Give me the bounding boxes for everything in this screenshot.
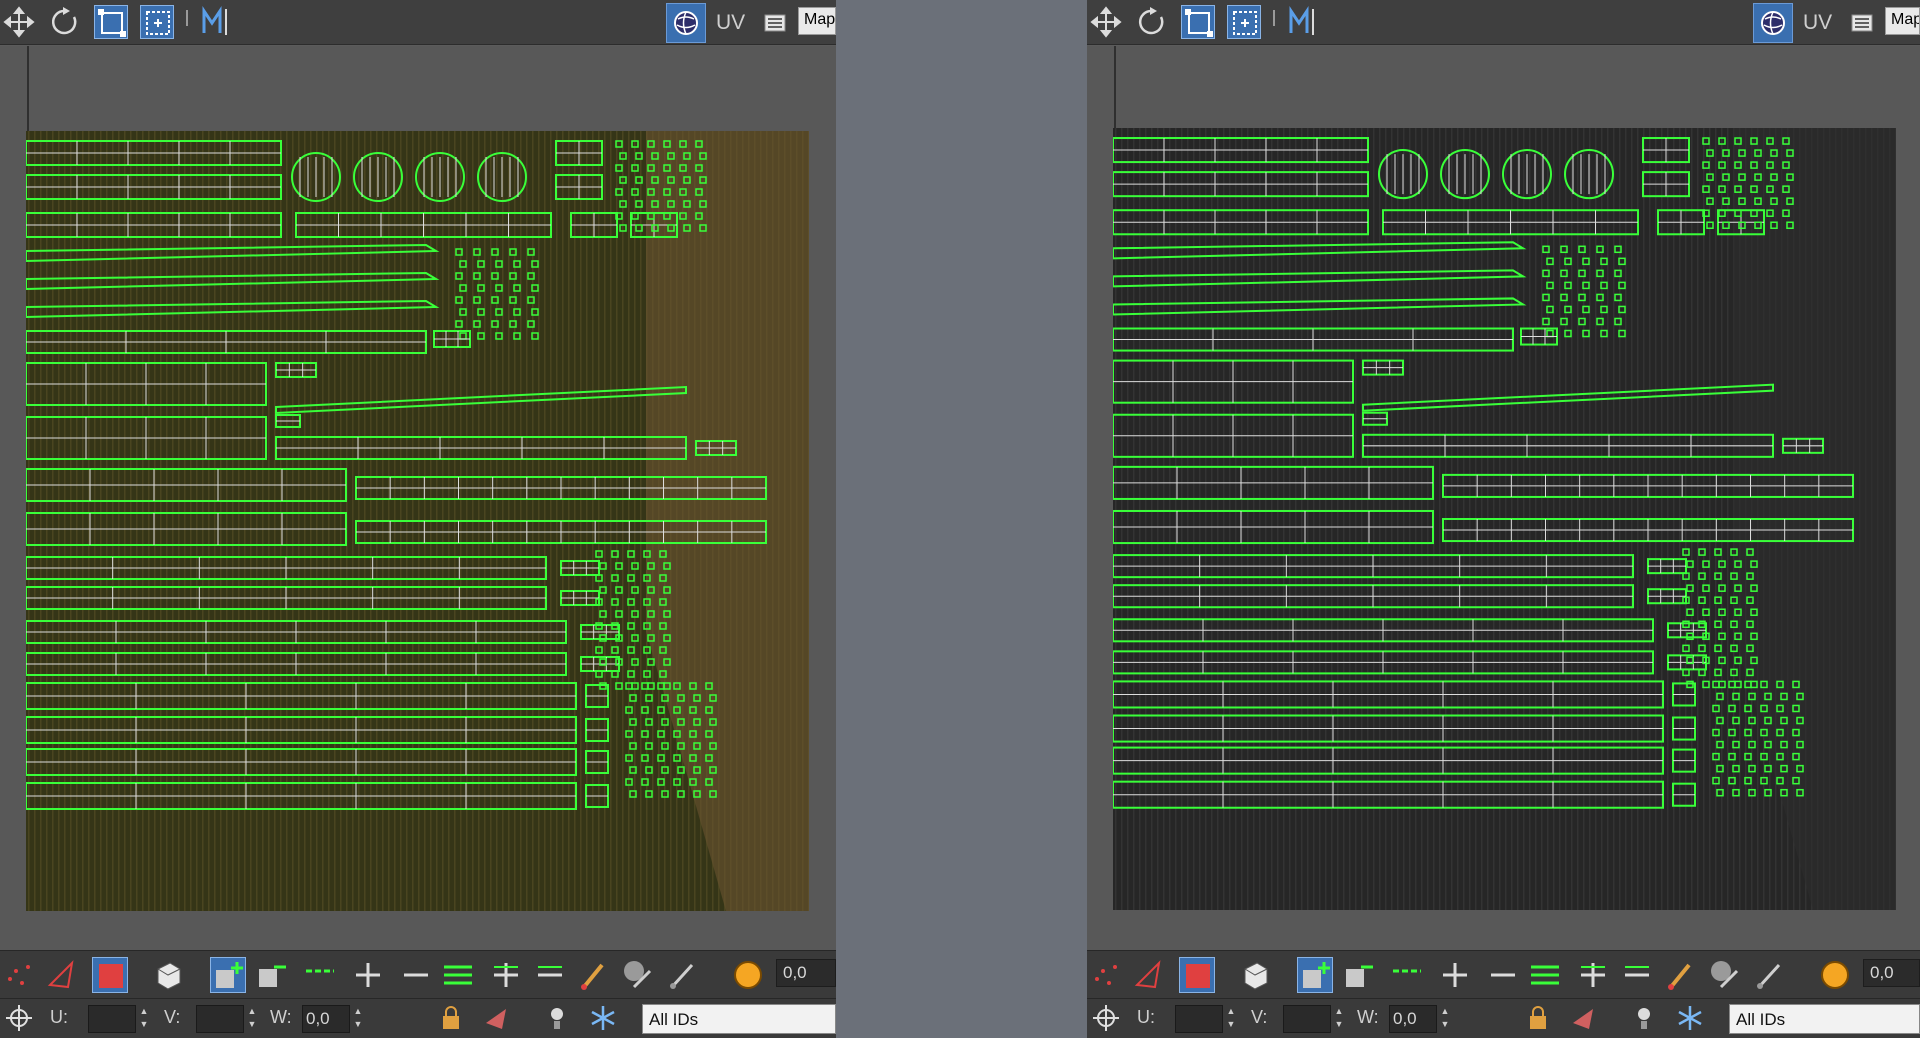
u-spinner[interactable]: ▲ ▼ [136, 1005, 152, 1033]
options-icon[interactable] [758, 5, 792, 39]
scale-icon[interactable] [94, 5, 128, 39]
ring-grow-icon[interactable] [350, 957, 386, 993]
viewport-divider [1114, 46, 1116, 136]
uv-coordinate-bar: U: ▲ ▼ V: ▲ ▼ W: 0,0 ▲ ▼ All IDs [1087, 998, 1920, 1038]
toolbar-divider [1273, 10, 1275, 26]
v-coordinate-label: V: [164, 1007, 181, 1027]
v-spinner[interactable]: ▲ ▼ [1331, 1005, 1347, 1033]
u-coordinate-label: U: [1137, 1007, 1155, 1027]
uv-label: UV [1803, 11, 1833, 34]
rotate-icon[interactable] [48, 5, 82, 39]
loop-minus-icon[interactable] [1619, 957, 1655, 993]
uv-coordinate-bar: U: ▲ ▼ V: ▲ ▼ W: 0,0 ▲ ▼ All IDs [0, 998, 836, 1038]
map-select[interactable]: Map [798, 7, 836, 35]
w-coordinate-value: 0,0 [1393, 1009, 1417, 1028]
ring-grow-icon[interactable] [1437, 957, 1473, 993]
ring-shrink-icon[interactable] [1389, 957, 1425, 993]
loop-grow-icon[interactable] [1527, 957, 1563, 993]
brush-strength-icon[interactable] [1751, 957, 1787, 993]
edge-mode-icon[interactable] [44, 957, 80, 993]
hide-icon[interactable] [1569, 1003, 1599, 1033]
falloff-value-field[interactable]: 0,0 [776, 959, 836, 987]
lock-icon[interactable] [1523, 1003, 1553, 1033]
uv-viewport[interactable] [0, 46, 836, 950]
freeze-icon[interactable] [588, 1003, 618, 1033]
uv-toolbar: UV Map [1087, 0, 1920, 45]
uv-bottom-toolbar: 0,0 [1087, 950, 1920, 998]
material-id-select[interactable]: All IDs [642, 1004, 836, 1034]
move-icon[interactable] [2, 5, 36, 39]
loop-plus-icon[interactable] [488, 957, 524, 993]
element-mode-icon[interactable] [150, 957, 186, 993]
freeform-icon[interactable] [1227, 5, 1261, 39]
uv-editor-right: UV Map 0,0 U: ▲ ▼ V: ▲ ▼ W: 0,0 ▲ ▼ All … [1087, 0, 1920, 1038]
mirror-icon[interactable] [1287, 5, 1321, 39]
loop-minus-icon[interactable] [532, 957, 568, 993]
paint-select-icon[interactable] [1663, 957, 1699, 993]
element-mode-icon[interactable] [1237, 957, 1273, 993]
light-icon[interactable] [1629, 1003, 1659, 1033]
shrink-selection-icon[interactable] [254, 957, 290, 993]
v-spinner[interactable]: ▲ ▼ [244, 1005, 260, 1033]
ring-minus-icon[interactable] [398, 957, 434, 993]
rotate-icon[interactable] [1135, 5, 1169, 39]
soft-selection-icon[interactable] [1817, 957, 1853, 993]
world-icon[interactable] [1753, 3, 1793, 43]
v-coordinate-label: V: [1251, 1007, 1268, 1027]
v-coordinate-input[interactable] [196, 1005, 244, 1033]
light-icon[interactable] [542, 1003, 572, 1033]
options-icon[interactable] [1845, 5, 1879, 39]
u-coordinate-input[interactable] [1175, 1005, 1223, 1033]
uv-texture-canvas[interactable] [1113, 128, 1896, 910]
background-gap [836, 0, 1087, 1038]
w-coordinate-label: W: [270, 1007, 292, 1027]
uv-bottom-toolbar: 0,0 [0, 950, 836, 998]
loop-plus-icon[interactable] [1575, 957, 1611, 993]
lock-icon[interactable] [436, 1003, 466, 1033]
brush-size-icon[interactable] [620, 957, 656, 993]
uv-viewport[interactable] [1087, 46, 1920, 950]
uv-editor-left: UV Map 0,0 U: ▲ ▼ V: ▲ ▼ W: 0,0 ▲ ▼ All … [0, 0, 836, 1038]
polygon-mode-icon[interactable] [92, 957, 128, 993]
uv-toolbar: UV Map [0, 0, 836, 45]
w-spinner[interactable]: ▲ ▼ [350, 1005, 366, 1033]
vertex-mode-icon[interactable] [1089, 957, 1125, 993]
uv-label: UV [716, 11, 746, 34]
paint-select-icon[interactable] [576, 957, 612, 993]
world-icon[interactable] [666, 3, 706, 43]
u-coordinate-input[interactable] [88, 1005, 136, 1033]
toolbar-divider [186, 10, 188, 26]
ring-minus-icon[interactable] [1485, 957, 1521, 993]
edge-mode-icon[interactable] [1131, 957, 1167, 993]
soft-selection-icon[interactable] [730, 957, 766, 993]
u-spinner[interactable]: ▲ ▼ [1223, 1005, 1239, 1033]
move-icon[interactable] [1089, 5, 1123, 39]
uv-texture-canvas[interactable] [26, 131, 809, 911]
u-coordinate-label: U: [50, 1007, 68, 1027]
brush-size-icon[interactable] [1707, 957, 1743, 993]
w-spinner[interactable]: ▲ ▼ [1437, 1005, 1453, 1033]
w-coordinate-label: W: [1357, 1007, 1379, 1027]
grow-selection-icon[interactable] [1297, 957, 1333, 993]
freeform-icon[interactable] [140, 5, 174, 39]
ring-shrink-icon[interactable] [302, 957, 338, 993]
mirror-icon[interactable] [200, 5, 234, 39]
freeze-icon[interactable] [1675, 1003, 1705, 1033]
v-coordinate-input[interactable] [1283, 1005, 1331, 1033]
scale-icon[interactable] [1181, 5, 1215, 39]
transform-mode-icon[interactable] [4, 1003, 34, 1033]
falloff-value-field[interactable]: 0,0 [1863, 959, 1920, 987]
transform-mode-icon[interactable] [1091, 1003, 1121, 1033]
brush-strength-icon[interactable] [664, 957, 700, 993]
shrink-selection-icon[interactable] [1341, 957, 1377, 993]
vertex-mode-icon[interactable] [2, 957, 38, 993]
material-id-select[interactable]: All IDs [1729, 1004, 1920, 1034]
map-select[interactable]: Map [1885, 7, 1920, 35]
viewport-divider [27, 46, 29, 136]
polygon-mode-icon[interactable] [1179, 957, 1215, 993]
hide-icon[interactable] [482, 1003, 512, 1033]
loop-grow-icon[interactable] [440, 957, 476, 993]
grow-selection-icon[interactable] [210, 957, 246, 993]
w-coordinate-value: 0,0 [306, 1009, 330, 1028]
